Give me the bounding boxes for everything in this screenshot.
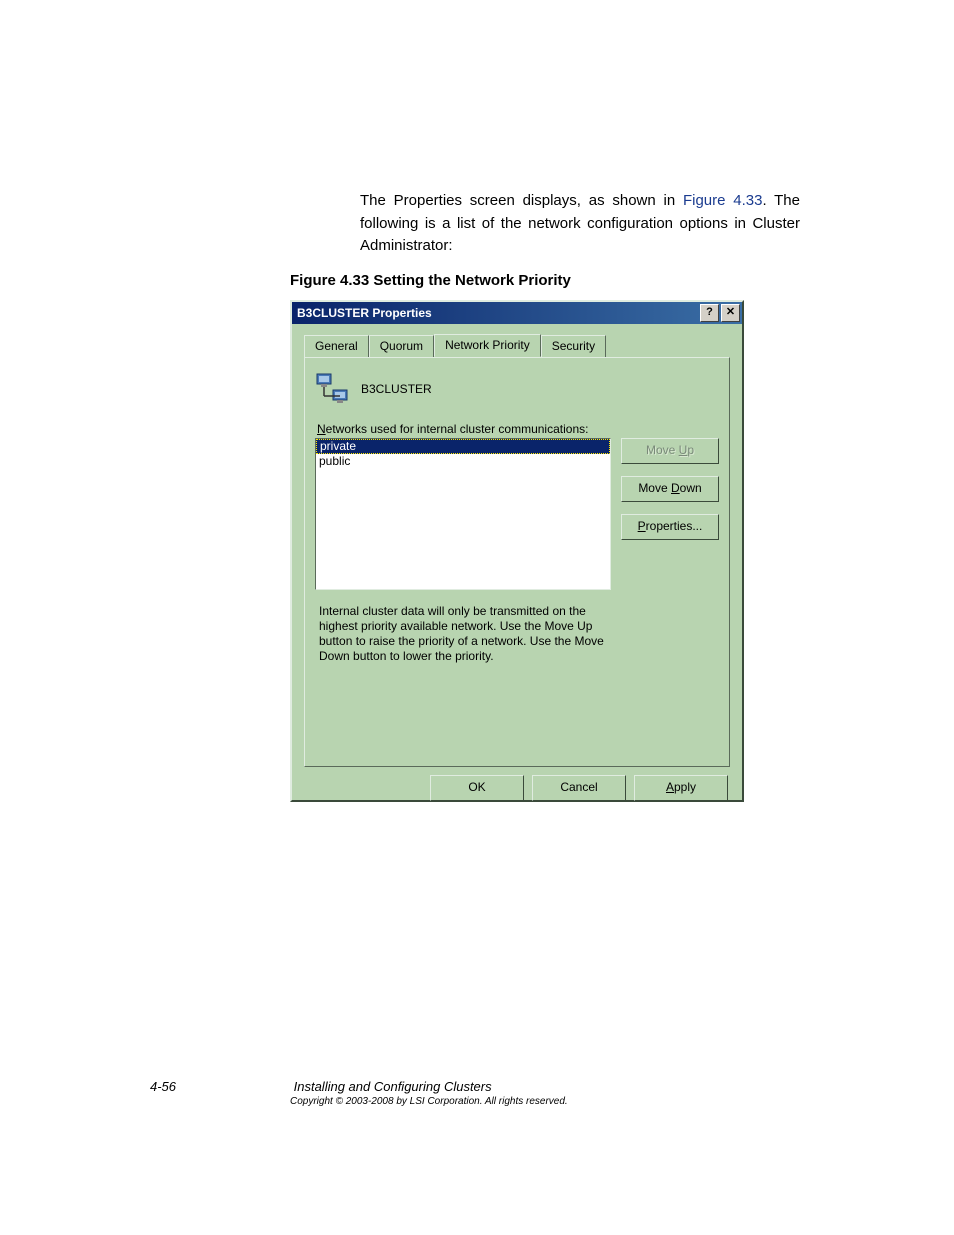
cluster-icon bbox=[315, 372, 349, 406]
figure-reference-link[interactable]: Figure 4.33 bbox=[683, 192, 763, 209]
btn-text: own bbox=[680, 481, 702, 495]
close-icon: ✕ bbox=[726, 306, 735, 318]
btn-text: roperties... bbox=[646, 519, 703, 533]
mnemonic-char: P bbox=[638, 519, 646, 533]
tab-label: General bbox=[315, 339, 358, 353]
list-item[interactable]: private bbox=[316, 439, 610, 454]
btn-text: Move bbox=[646, 443, 679, 457]
tab-panel-network-priority: B3CLUSTER Networks used for internal clu… bbox=[304, 357, 730, 767]
list-item[interactable]: public bbox=[316, 454, 610, 468]
tab-label: Security bbox=[552, 339, 595, 353]
help-button[interactable]: ? bbox=[700, 304, 719, 322]
tab-quorum[interactable]: Quorum bbox=[369, 335, 434, 358]
figure-caption: Figure 4.33 Setting the Network Priority bbox=[290, 272, 571, 289]
btn-text: pply bbox=[674, 780, 696, 794]
dialog-button-row: OK Cancel Apply bbox=[292, 775, 742, 801]
footer-title: Installing and Configuring Clusters bbox=[294, 1079, 492, 1094]
btn-text: Cancel bbox=[560, 780, 597, 794]
apply-button[interactable]: Apply bbox=[634, 775, 728, 801]
close-button[interactable]: ✕ bbox=[721, 304, 740, 322]
cluster-name-label: B3CLUSTER bbox=[361, 382, 432, 396]
networks-list-label: Networks used for internal cluster commu… bbox=[305, 412, 729, 438]
tab-label: Network Priority bbox=[445, 338, 530, 352]
description-text: Internal cluster data will only be trans… bbox=[305, 590, 633, 664]
cancel-button[interactable]: Cancel bbox=[532, 775, 626, 801]
tab-security[interactable]: Security bbox=[541, 335, 606, 358]
help-icon: ? bbox=[706, 306, 713, 318]
mnemonic-char: N bbox=[317, 422, 326, 436]
move-up-button[interactable]: Move Up bbox=[621, 438, 719, 464]
tab-label: Quorum bbox=[380, 339, 423, 353]
properties-dialog: B3CLUSTER Properties ? ✕ General Quorum … bbox=[290, 300, 744, 802]
label-text: etworks used for internal cluster commun… bbox=[326, 422, 589, 436]
btn-text: OK bbox=[468, 780, 485, 794]
btn-text: Move bbox=[638, 481, 671, 495]
btn-text: p bbox=[687, 443, 694, 457]
mnemonic-char: A bbox=[666, 780, 674, 794]
tab-strip: General Quorum Network Priority Security bbox=[292, 324, 742, 357]
properties-button[interactable]: Properties... bbox=[621, 514, 719, 540]
intro-prefix: The Properties screen displays, as shown… bbox=[360, 192, 683, 209]
page-number: 4-56 bbox=[150, 1079, 290, 1094]
intro-paragraph: The Properties screen displays, as shown… bbox=[360, 190, 800, 258]
dialog-title: B3CLUSTER Properties bbox=[297, 306, 700, 320]
page-footer: 4-56 Installing and Configuring Clusters… bbox=[150, 1079, 800, 1107]
networks-listbox[interactable]: private public bbox=[315, 438, 611, 590]
move-down-button[interactable]: Move Down bbox=[621, 476, 719, 502]
mnemonic-char: D bbox=[671, 481, 680, 495]
tab-network-priority[interactable]: Network Priority bbox=[434, 334, 541, 357]
titlebar: B3CLUSTER Properties ? ✕ bbox=[292, 302, 742, 324]
ok-button[interactable]: OK bbox=[430, 775, 524, 801]
copyright-text: Copyright © 2003-2008 by LSI Corporation… bbox=[290, 1096, 800, 1107]
tab-general[interactable]: General bbox=[304, 335, 369, 358]
